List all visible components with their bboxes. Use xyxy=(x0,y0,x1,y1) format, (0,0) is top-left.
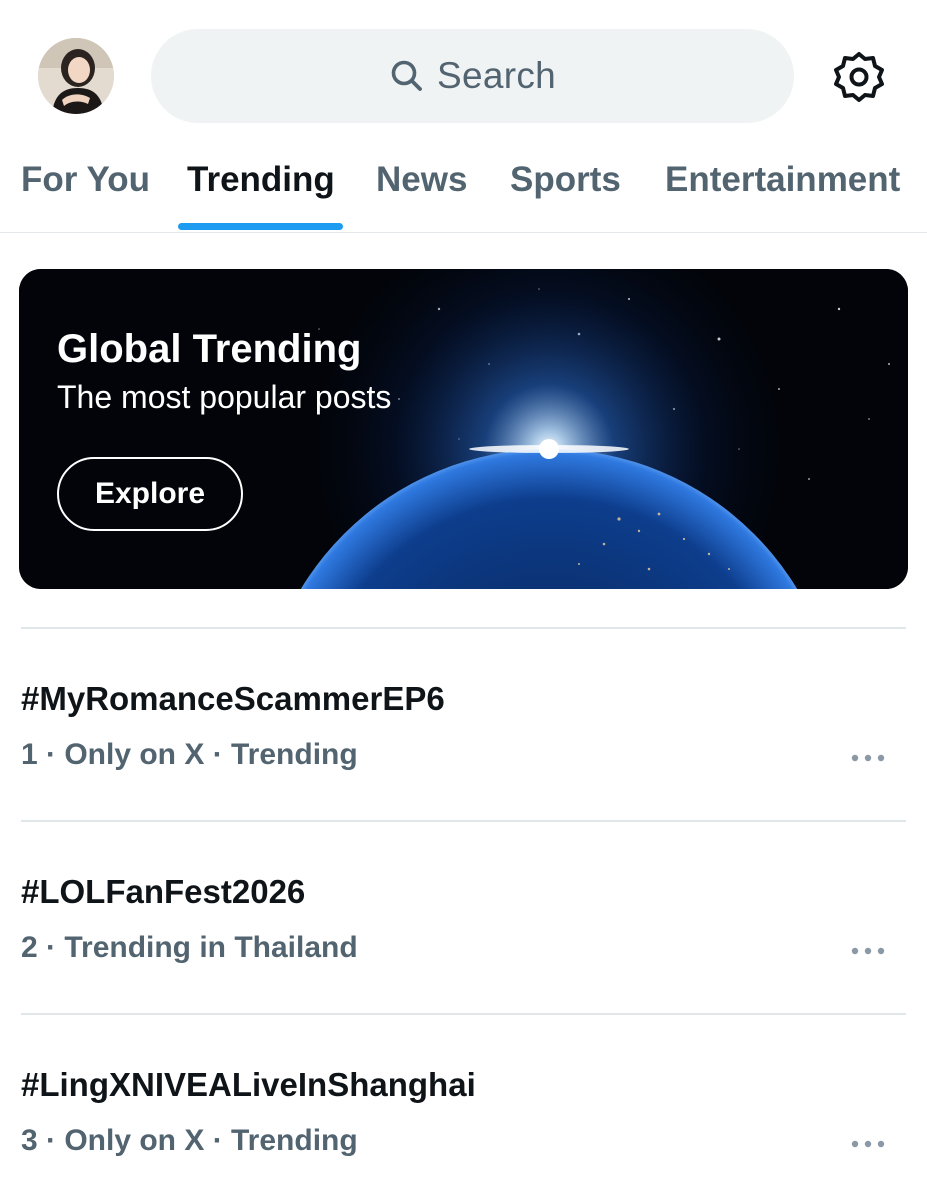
ellipsis-icon xyxy=(851,754,885,762)
tab-bar: For You Trending News Sports Entertainme… xyxy=(0,150,927,233)
trend-item[interactable]: #LingXNIVEALiveInShanghai 3 · Only on X … xyxy=(0,1014,927,1204)
trend-hashtag: #MyRomanceScammerEP6 xyxy=(21,680,445,717)
trend-hashtag: #LOLFanFest2026 xyxy=(21,873,306,910)
ellipsis-icon xyxy=(851,947,885,955)
trend-item[interactable]: #LOLFanFest2026 2 · Trending in Thailand xyxy=(0,821,927,1011)
settings-button[interactable] xyxy=(832,50,886,104)
gear-icon xyxy=(834,52,884,102)
trend-meta: 2 · Trending in Thailand xyxy=(21,931,358,964)
earth-from-space-image xyxy=(19,269,908,589)
tab-sports[interactable]: Sports xyxy=(510,150,621,232)
trend-hashtag: #LingXNIVEALiveInShanghai xyxy=(21,1066,476,1103)
banner-title: Global Trending xyxy=(57,327,362,371)
search-bar[interactable]: Search xyxy=(151,29,794,123)
more-options-button[interactable] xyxy=(846,939,890,963)
search-icon xyxy=(391,60,422,91)
tab-trending[interactable]: Trending xyxy=(187,150,335,232)
trend-meta: 1 · Only on X · Trending xyxy=(21,738,358,771)
trend-meta: 3 · Only on X · Trending xyxy=(21,1124,358,1157)
avatar-image xyxy=(38,38,114,114)
trend-item[interactable]: #MyRomanceScammerEP6 1 · Only on X · Tre… xyxy=(0,628,927,818)
more-options-button[interactable] xyxy=(846,1132,890,1156)
global-trending-banner[interactable]: Global Trending The most popular posts E… xyxy=(19,269,908,589)
active-tab-indicator xyxy=(178,223,343,230)
more-options-button[interactable] xyxy=(846,746,890,770)
tab-news[interactable]: News xyxy=(376,150,467,232)
ellipsis-icon xyxy=(851,1140,885,1148)
top-bar: Search xyxy=(0,0,927,150)
tab-entertainment[interactable]: Entertainment xyxy=(665,150,900,232)
banner-subtitle: The most popular posts xyxy=(57,379,392,415)
explore-button[interactable]: Explore xyxy=(57,457,243,531)
search-placeholder: Search xyxy=(436,55,557,96)
tab-for-you[interactable]: For You xyxy=(21,150,150,232)
avatar[interactable] xyxy=(38,38,114,114)
